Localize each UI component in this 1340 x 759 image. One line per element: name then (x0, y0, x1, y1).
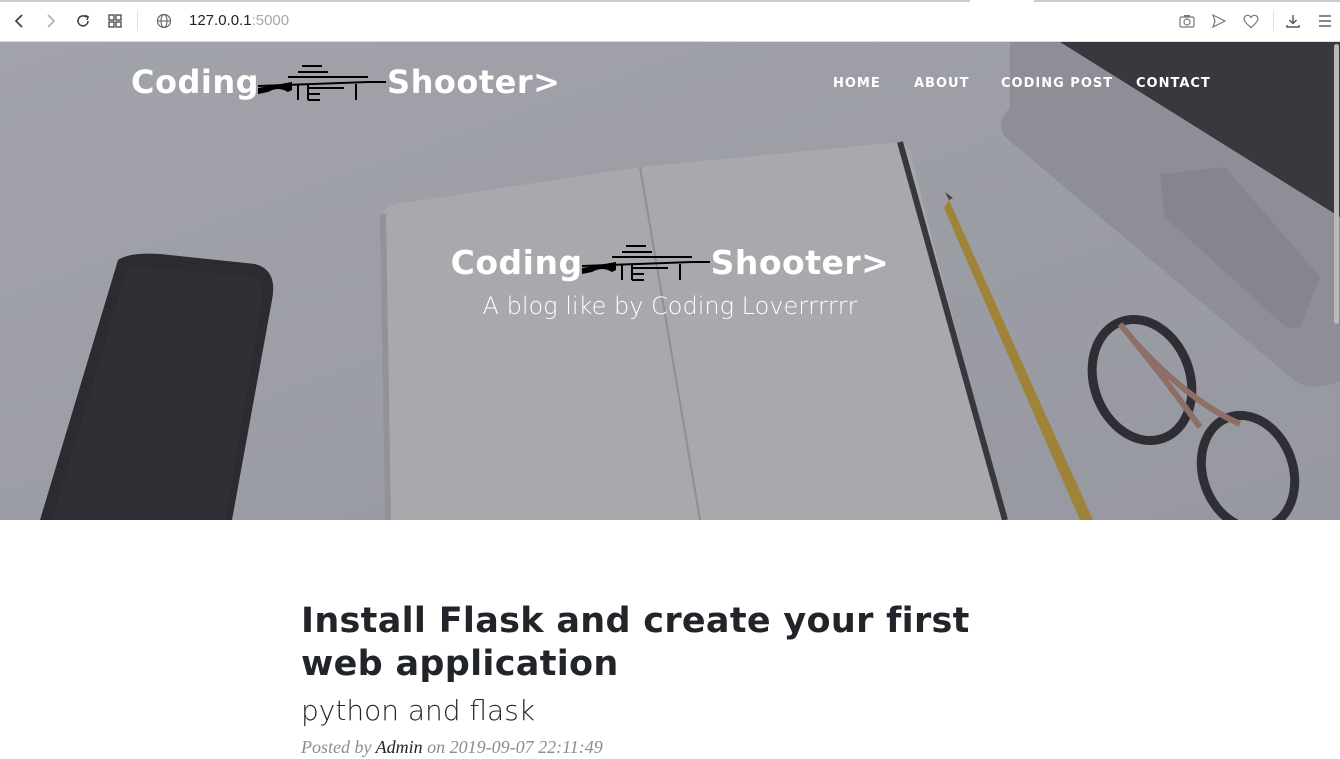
send-icon[interactable] (1209, 11, 1229, 31)
hero-title-left: Coding (450, 242, 583, 282)
download-icon[interactable] (1283, 11, 1303, 31)
post-author-link[interactable]: Admin (376, 737, 423, 757)
post-title-link[interactable]: Install Flask and create your first web … (301, 600, 1041, 686)
address-bar[interactable]: 127.0.0.1:5000 (189, 12, 289, 30)
heart-icon[interactable] (1241, 11, 1261, 31)
camera-icon[interactable] (1177, 11, 1197, 31)
gun-icon (581, 245, 710, 281)
loading-indicator (1034, 0, 1340, 2)
hero-subtitle: A blog like by Coding Loverrrrrr (482, 292, 858, 320)
nav-home-link[interactable]: HOME (833, 76, 881, 91)
hero-title-right: Shooter> (710, 242, 890, 282)
reload-icon[interactable] (73, 11, 93, 31)
post-subtitle: python and flask (301, 694, 536, 727)
toolbar-divider (1273, 11, 1274, 31)
forward-icon[interactable] (41, 11, 61, 31)
post-preview: Install Flask and create your first web … (301, 600, 1041, 758)
brand-text-left: Coding (131, 63, 260, 101)
browser-toolbar: 127.0.0.1:5000 (0, 0, 1340, 42)
post-meta-on: on (422, 737, 450, 757)
nav-about-link[interactable]: ABOUT (914, 76, 969, 91)
hero-title: Coding Shooter> (0, 240, 1340, 284)
tabs-grid-icon[interactable] (105, 11, 125, 31)
toolbar-divider (137, 11, 138, 31)
url-host: 127.0.0.1 (189, 12, 252, 29)
menu-icon[interactable] (1315, 11, 1335, 31)
nav-contact-link[interactable]: CONTACT (1136, 76, 1211, 91)
globe-icon[interactable] (154, 11, 174, 31)
scrollbar-thumb[interactable] (1334, 44, 1339, 324)
site-brand-link[interactable]: Coding Shooter> (131, 60, 560, 104)
back-icon[interactable] (9, 11, 29, 31)
gun-icon (258, 65, 387, 101)
nav-coding-post-link[interactable]: CODING POST (1001, 76, 1113, 91)
masthead: Coding Shooter> HOME ABOUT CODING POST C… (0, 42, 1340, 520)
brand-text-right: Shooter> (387, 63, 561, 101)
post-date: 2019-09-07 22:11:49 (449, 737, 603, 757)
loading-indicator (0, 0, 970, 2)
post-meta: Posted by Admin on 2019-09-07 22:11:49 (301, 737, 1041, 758)
post-meta-prefix: Posted by (301, 737, 376, 757)
url-port: :5000 (251, 12, 290, 29)
